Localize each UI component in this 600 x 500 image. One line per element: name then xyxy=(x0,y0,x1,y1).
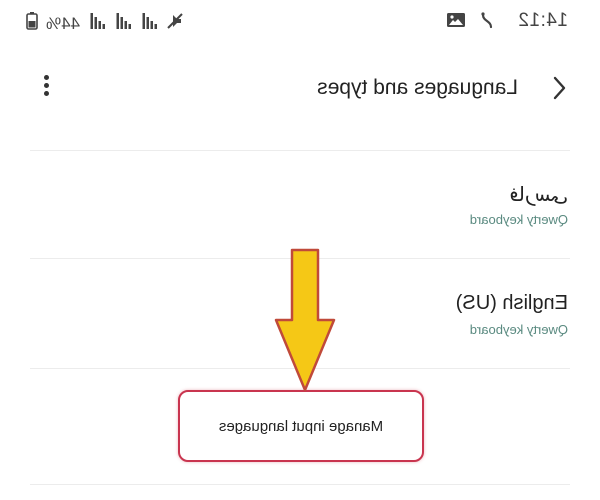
nfc-icon xyxy=(480,11,494,34)
status-time: 14:12 xyxy=(517,10,568,31)
language-item-persian[interactable]: فارسی Qwerty keyboard xyxy=(0,160,600,260)
more-vert-icon[interactable] xyxy=(40,72,54,104)
battery-icon xyxy=(26,12,38,35)
page-title: Languages and types xyxy=(317,76,518,99)
signal-icon xyxy=(114,13,132,34)
manage-input-languages-button[interactable]: Manage input languages xyxy=(178,390,424,462)
annotation-arrow-down-icon xyxy=(274,248,336,392)
divider xyxy=(30,150,570,151)
app-bar: Languages and types xyxy=(0,60,600,116)
signal-icon xyxy=(88,13,106,34)
divider xyxy=(30,484,570,485)
mute-icon xyxy=(166,12,184,35)
keyboard-type: Qwerty keyboard xyxy=(469,212,568,227)
screen: 14:12 44% Languages and types فارسی Qwer… xyxy=(0,0,600,500)
chevron-left-icon[interactable] xyxy=(546,74,572,102)
status-notification-icons xyxy=(446,11,494,34)
status-system-icons: 44% xyxy=(26,12,184,35)
keyboard-type: Qwerty keyboard xyxy=(469,322,568,337)
battery-percent: 44% xyxy=(46,13,81,33)
manage-button-label: Manage input languages xyxy=(218,417,384,435)
signal-icon xyxy=(140,13,158,34)
language-name: فارسی xyxy=(509,184,568,206)
status-bar: 14:12 44% xyxy=(0,0,600,44)
language-name: English (US) xyxy=(455,292,568,314)
image-icon xyxy=(446,12,466,33)
